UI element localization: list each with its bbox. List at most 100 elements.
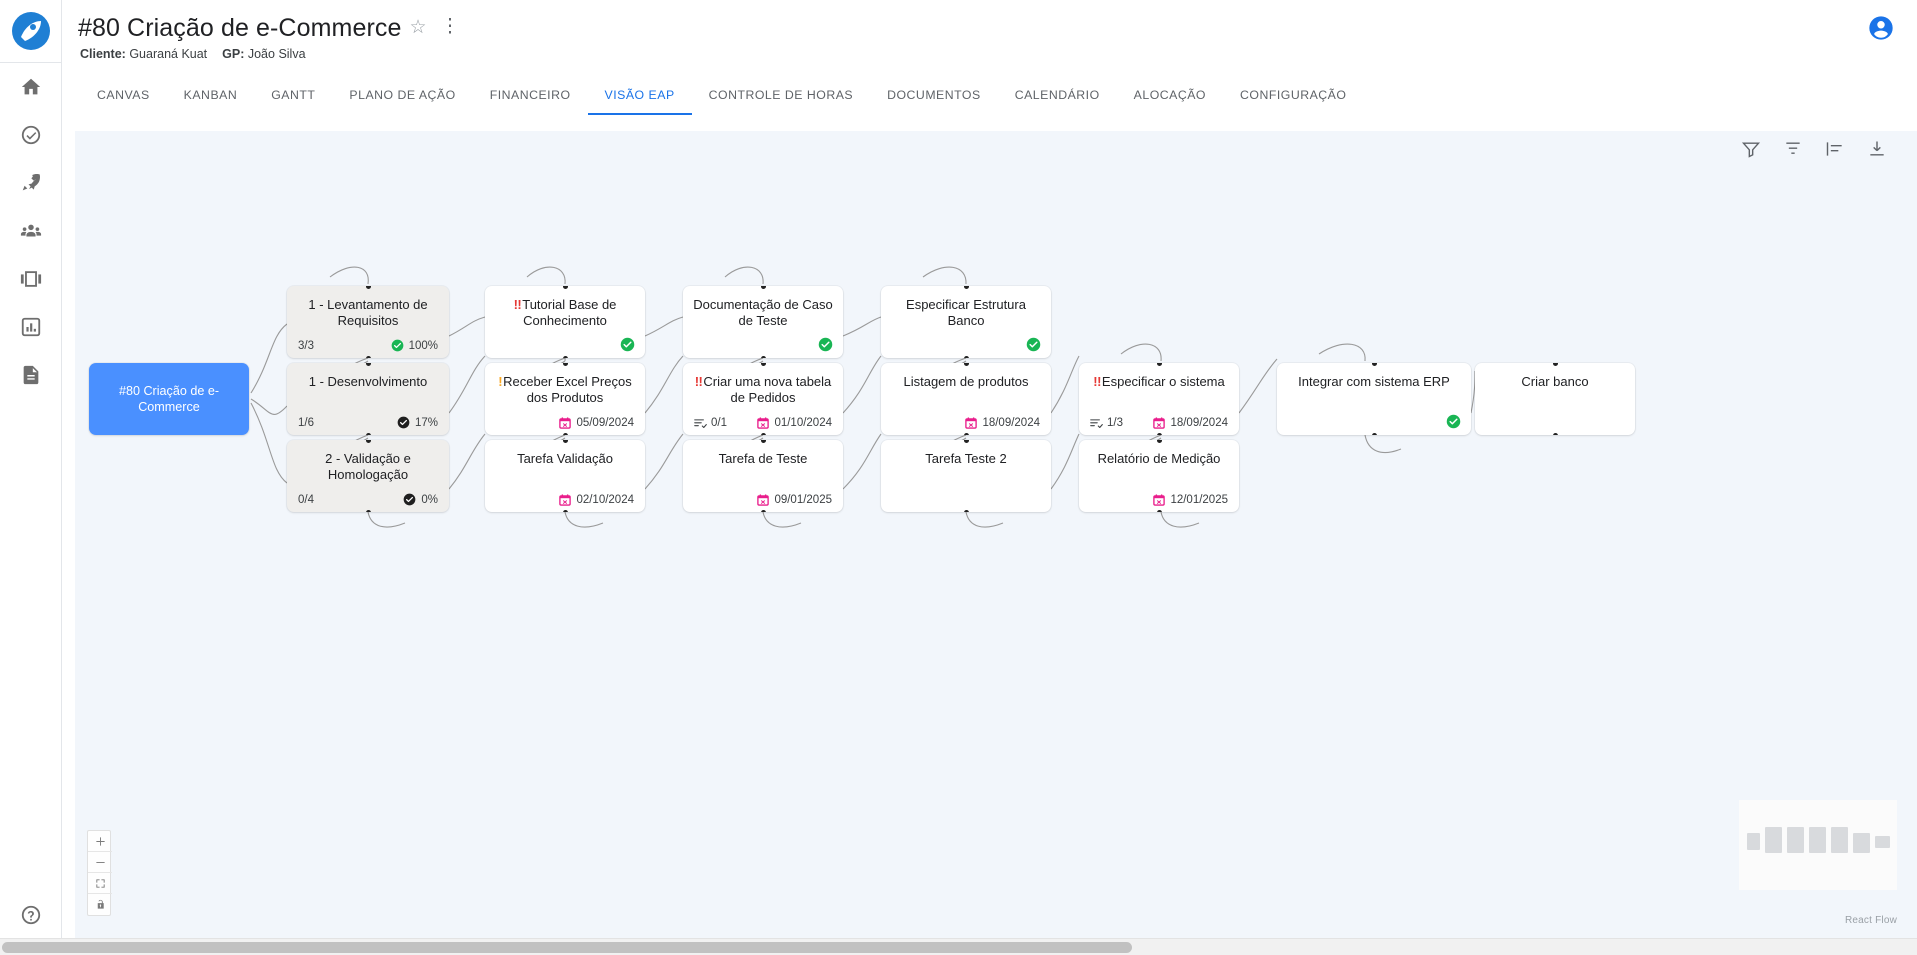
sidebar-item-team[interactable] <box>0 207 62 255</box>
node-handle-bottom[interactable] <box>1552 432 1558 435</box>
node-handle-top[interactable] <box>760 286 766 289</box>
sidebar-item-tasks[interactable] <box>0 111 62 159</box>
due-date-badge: 02/10/2024 <box>559 494 634 506</box>
tab-gantt[interactable]: GANTT <box>254 88 332 115</box>
filter-icon[interactable] <box>1741 139 1761 159</box>
eap-canvas[interactable]: #80 Criação de e-Commerce 1 - Levantament… <box>75 131 1917 938</box>
root-node[interactable]: #80 Criação de e-Commerce <box>89 363 249 435</box>
lock-button[interactable] <box>88 894 112 915</box>
task-node[interactable]: Tarefa Teste 2 <box>881 440 1051 512</box>
tab-calendário[interactable]: CALENDÁRIO <box>998 88 1117 115</box>
node-handle-top[interactable] <box>963 363 969 366</box>
node-title: !!Especificar o sistema <box>1079 363 1239 390</box>
node-handle-top[interactable] <box>760 363 766 366</box>
tab-controle-de-horas[interactable]: CONTROLE DE HORAS <box>692 88 870 115</box>
task-node[interactable]: Tarefa de Teste 09/01/2025 <box>683 440 843 512</box>
tab-plano-de-ação[interactable]: PLANO DE AÇÃO <box>332 88 472 115</box>
node-title-text: Especificar o sistema <box>1101 374 1225 389</box>
sidebar-item-projects[interactable] <box>0 159 62 207</box>
avatar[interactable] <box>1867 14 1895 42</box>
more-vertical-icon[interactable]: ⋮ <box>435 17 466 40</box>
minimap[interactable] <box>1739 800 1897 890</box>
zoom-out-button[interactable] <box>88 852 112 873</box>
subtask-count: 1/3 <box>1090 417 1123 429</box>
group-node[interactable]: 2 - Validação e Homologação 0/4 0% <box>287 440 449 512</box>
node-handle-bottom[interactable] <box>760 355 766 358</box>
fit-view-button[interactable] <box>88 873 112 894</box>
node-handle-top[interactable] <box>1156 440 1162 443</box>
due-date-value: 09/01/2025 <box>774 494 832 506</box>
progress-value: 17% <box>414 416 438 429</box>
tab-documentos[interactable]: DOCUMENTOS <box>870 88 998 115</box>
priority-indicator-high: !! <box>1093 374 1101 389</box>
sidebar-item-documents[interactable] <box>0 351 62 399</box>
node-handle-bottom[interactable] <box>760 509 766 512</box>
group-node[interactable]: 1 - Levantamento de Requisitos 3/3 100% <box>287 286 449 358</box>
app-logo[interactable] <box>0 0 62 62</box>
task-node[interactable]: !!Tutorial Base de Conhecimento <box>485 286 645 358</box>
tab-bar: CANVAS KANBAN GANTT PLANO DE AÇÃO FINANCEIRO… <box>62 75 1917 115</box>
node-handle-top[interactable] <box>1552 363 1558 366</box>
task-node[interactable]: Integrar com sistema ERP <box>1277 363 1471 435</box>
node-handle-bottom[interactable] <box>963 432 969 435</box>
node-handle-bottom[interactable] <box>562 355 568 358</box>
node-handle-top[interactable] <box>365 363 371 366</box>
task-node[interactable]: !!Especificar o sistema 1/3 18/09/2024 <box>1079 363 1239 435</box>
tab-canvas[interactable]: CANVAS <box>80 88 167 115</box>
task-node[interactable]: Criar banco <box>1475 363 1635 435</box>
node-handle-top[interactable] <box>963 440 969 443</box>
task-node[interactable]: Especificar Estrutura Banco <box>881 286 1051 358</box>
calendar-icon <box>1153 494 1166 506</box>
node-handle-bottom[interactable] <box>365 432 371 435</box>
task-node[interactable]: Documentação de Caso de Teste <box>683 286 843 358</box>
node-handle-top[interactable] <box>1371 363 1377 366</box>
node-handle-bottom[interactable] <box>562 509 568 512</box>
star-outline-icon[interactable]: ☆ <box>409 18 426 40</box>
node-handle-bottom[interactable] <box>1156 509 1162 512</box>
zoom-in-button[interactable] <box>88 831 112 852</box>
node-handle-bottom[interactable] <box>365 509 371 512</box>
node-handle-bottom[interactable] <box>760 432 766 435</box>
node-handle-top[interactable] <box>760 440 766 443</box>
node-handle-top[interactable] <box>562 286 568 289</box>
check-badge-icon <box>818 337 833 352</box>
sidebar-item-help[interactable] <box>0 891 62 939</box>
rocket-icon <box>22 174 40 191</box>
node-handle-bottom[interactable] <box>963 509 969 512</box>
sidebar-item-boards[interactable] <box>0 255 62 303</box>
tab-visão-eap[interactable]: VISÃO EAP <box>587 88 692 115</box>
node-handle-top[interactable] <box>963 286 969 289</box>
task-node[interactable]: !Receber Excel Preços dos Produtos 05/09/… <box>485 363 645 435</box>
sort-icon[interactable] <box>1783 139 1803 159</box>
tab-configuração[interactable]: CONFIGURAÇÃO <box>1223 88 1363 115</box>
node-handle-bottom[interactable] <box>1156 432 1162 435</box>
node-handle-bottom[interactable] <box>365 355 371 358</box>
align-icon[interactable] <box>1825 139 1845 159</box>
node-handle-top[interactable] <box>365 440 371 443</box>
node-handle-bottom[interactable] <box>562 432 568 435</box>
check-badge-icon <box>391 339 403 352</box>
task-node[interactable]: !!Criar uma nova tabela de Pedidos 0/1 01/… <box>683 363 843 435</box>
tab-financeiro[interactable]: FINANCEIRO <box>473 88 588 115</box>
node-handle-top[interactable] <box>365 286 371 289</box>
download-icon[interactable] <box>1867 139 1887 159</box>
node-handle-bottom[interactable] <box>1371 432 1377 435</box>
task-node[interactable]: Tarefa Validação 02/10/2024 <box>485 440 645 512</box>
node-handle-top[interactable] <box>562 440 568 443</box>
node-title: !Receber Excel Preços dos Produtos <box>485 363 645 406</box>
task-node[interactable]: Relatório de Medição 12/01/2025 <box>1079 440 1239 512</box>
node-handle-bottom[interactable] <box>963 355 969 358</box>
node-title-text: Listagem de produtos <box>903 374 1029 389</box>
sidebar-item-home[interactable] <box>0 63 62 111</box>
node-handle-top[interactable] <box>1156 363 1162 366</box>
node-title-text: 1 - Desenvolvimento <box>308 374 428 389</box>
sidebar-item-reports[interactable] <box>0 303 62 351</box>
tab-kanban[interactable]: KANBAN <box>167 88 255 115</box>
node-handle-top[interactable] <box>562 363 568 366</box>
tab-alocação[interactable]: ALOCAÇÃO <box>1117 88 1223 115</box>
horizontal-scrollbar[interactable] <box>0 938 1917 955</box>
scrollbar-thumb[interactable] <box>2 942 1132 953</box>
group-node[interactable]: 1 - Desenvolvimento 1/6 17% <box>287 363 449 435</box>
title-row: #80 Criação de e-Commerce ☆ ⋮ <box>62 0 1917 43</box>
task-node[interactable]: Listagem de produtos 18/09/2024 <box>881 363 1051 435</box>
